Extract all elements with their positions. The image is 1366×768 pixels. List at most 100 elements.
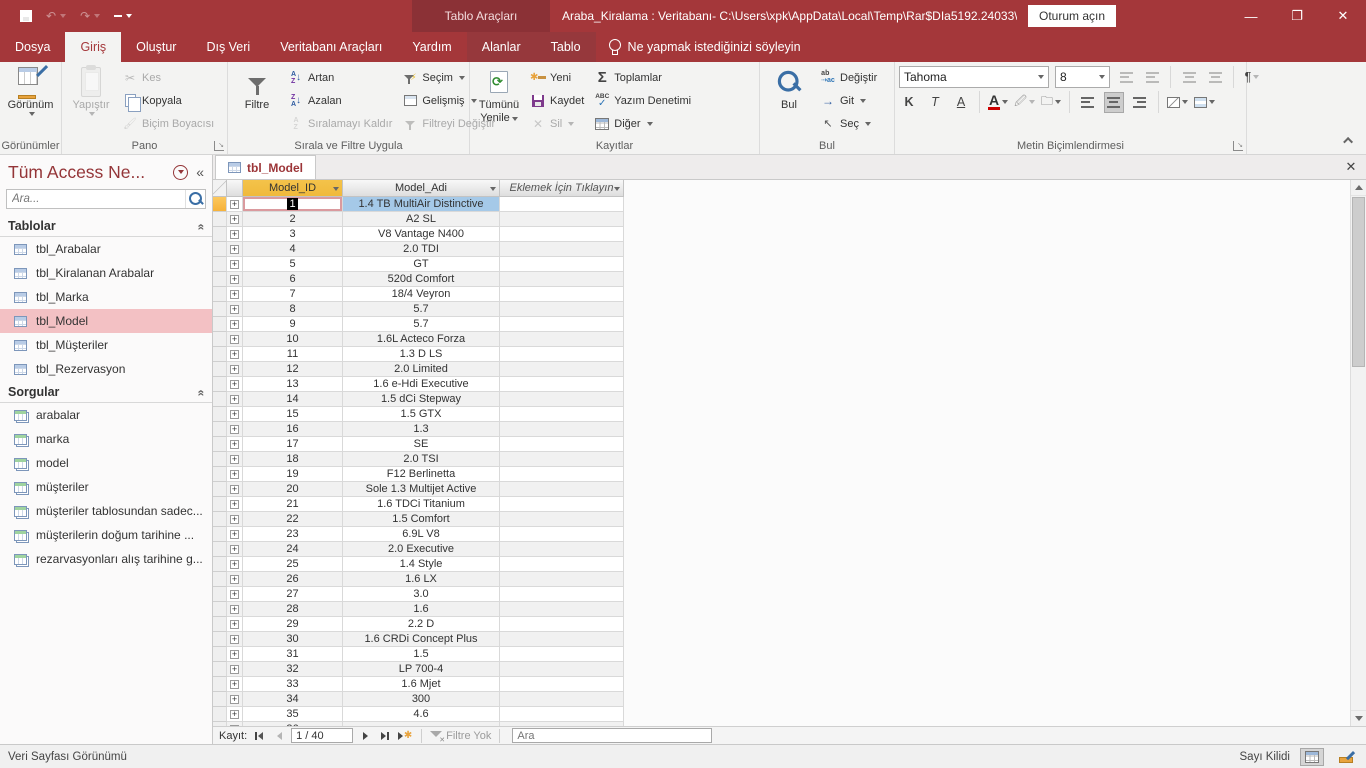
cell-model-id[interactable]: 1 bbox=[243, 197, 343, 212]
cell-add-new[interactable] bbox=[500, 392, 624, 407]
cell-model-adi[interactable]: 300 bbox=[343, 692, 500, 707]
copy-button[interactable]: Kopyala bbox=[118, 89, 218, 112]
row-selector[interactable] bbox=[213, 422, 227, 437]
expand-plus-icon[interactable]: + bbox=[230, 260, 239, 269]
column-header-model-id[interactable]: Model_ID bbox=[243, 180, 343, 197]
cell-model-adi[interactable]: 1.6 CRDi Concept Plus bbox=[343, 632, 500, 647]
tab-dis-veri[interactable]: Dış Veri bbox=[191, 32, 265, 62]
cell-model-adi[interactable]: 1.6 Mjet bbox=[343, 677, 500, 692]
alternate-row-color-button[interactable] bbox=[1194, 92, 1215, 113]
cell-model-adi[interactable]: 2.2 D bbox=[343, 617, 500, 632]
align-right-button[interactable] bbox=[1130, 92, 1150, 113]
sidebar-item-tbl-marka[interactable]: tbl_Marka bbox=[0, 285, 212, 309]
close-document-button[interactable]: ✕ bbox=[1342, 158, 1360, 176]
expand-plus-icon[interactable]: + bbox=[230, 470, 239, 479]
tab-giris[interactable]: Giriş bbox=[65, 32, 121, 62]
sidebar-item-marka[interactable]: marka bbox=[0, 427, 212, 451]
sidebar-item-tbl-kiralanan-arabalar[interactable]: tbl_Kiralanan Arabalar bbox=[0, 261, 212, 285]
sidebar-item-m-teriler-tablosundan-sadec-[interactable]: müşteriler tablosundan sadec... bbox=[0, 499, 212, 523]
expand-plus-icon[interactable]: + bbox=[230, 410, 239, 419]
cell-model-id[interactable]: 28 bbox=[243, 602, 343, 617]
refresh-all-button[interactable]: TümünüYenile bbox=[474, 65, 524, 137]
expand-plus-icon[interactable]: + bbox=[230, 335, 239, 344]
record-position-box[interactable]: 1 / 40 bbox=[291, 728, 353, 743]
sort-ascending-button[interactable]: AZ↓Artan bbox=[284, 66, 396, 89]
filter-status-button[interactable]: Filtre Yok bbox=[430, 730, 491, 742]
sidebar-item-tbl-rezervasyon[interactable]: tbl_Rezervasyon bbox=[0, 357, 212, 381]
cell-add-new[interactable] bbox=[500, 542, 624, 557]
row-selector[interactable] bbox=[213, 287, 227, 302]
row-selector[interactable] bbox=[213, 707, 227, 722]
collapse-ribbon-button[interactable] bbox=[1342, 134, 1356, 146]
bold-button[interactable]: K bbox=[899, 92, 919, 113]
row-selector[interactable] bbox=[213, 692, 227, 707]
cell-add-new[interactable] bbox=[500, 677, 624, 692]
tab-dosya[interactable]: Dosya bbox=[0, 32, 65, 62]
cell-model-id[interactable]: 15 bbox=[243, 407, 343, 422]
cell-model-id[interactable]: 33 bbox=[243, 677, 343, 692]
new-record-nav-button[interactable]: ✱ bbox=[397, 729, 413, 743]
row-selector[interactable] bbox=[213, 572, 227, 587]
cell-add-new[interactable] bbox=[500, 512, 624, 527]
cell-add-new[interactable] bbox=[500, 467, 624, 482]
row-selector[interactable] bbox=[213, 317, 227, 332]
cell-model-id[interactable]: 17 bbox=[243, 437, 343, 452]
row-selector[interactable] bbox=[213, 377, 227, 392]
scroll-up-button[interactable] bbox=[1351, 180, 1366, 196]
expand-plus-icon[interactable]: + bbox=[230, 245, 239, 254]
expand-plus-icon[interactable]: + bbox=[230, 215, 239, 224]
sidebar-item-tbl-arabalar[interactable]: tbl_Arabalar bbox=[0, 237, 212, 261]
nav-search-input[interactable] bbox=[7, 193, 185, 205]
cell-model-adi[interactable]: LP 700-4 bbox=[343, 662, 500, 677]
cell-model-id[interactable]: 19 bbox=[243, 467, 343, 482]
row-selector[interactable] bbox=[213, 662, 227, 677]
expand-plus-icon[interactable]: + bbox=[230, 455, 239, 464]
scrollbar-thumb[interactable] bbox=[1352, 197, 1365, 367]
cell-add-new[interactable] bbox=[500, 332, 624, 347]
sidebar-item-tbl-m-teriler[interactable]: tbl_Müşteriler bbox=[0, 333, 212, 357]
doc-tab-tbl-model[interactable]: tbl_Model bbox=[215, 155, 316, 179]
cell-model-id[interactable]: 3 bbox=[243, 227, 343, 242]
cell-add-new[interactable] bbox=[500, 212, 624, 227]
redo-button[interactable]: ↷ bbox=[80, 9, 100, 23]
cell-add-new[interactable] bbox=[500, 527, 624, 542]
cell-add-new[interactable] bbox=[500, 347, 624, 362]
row-selector[interactable] bbox=[213, 557, 227, 572]
cell-model-id[interactable]: 18 bbox=[243, 452, 343, 467]
cell-model-adi[interactable]: 1.4 Style bbox=[343, 557, 500, 572]
row-selector[interactable] bbox=[213, 272, 227, 287]
cell-model-id[interactable]: 31 bbox=[243, 647, 343, 662]
find-button[interactable]: Bul bbox=[764, 65, 814, 137]
select-all-corner[interactable] bbox=[213, 180, 227, 197]
select-button[interactable]: ↖Seç bbox=[816, 112, 881, 135]
paste-button[interactable]: Yapıştır bbox=[66, 65, 116, 137]
row-selector[interactable] bbox=[213, 332, 227, 347]
cell-model-id[interactable]: 12 bbox=[243, 362, 343, 377]
sidebar-item-arabalar[interactable]: arabalar bbox=[0, 403, 212, 427]
sidebar-item-tbl-model[interactable]: tbl_Model bbox=[0, 309, 212, 333]
delete-record-button[interactable]: ✕Sil bbox=[526, 112, 588, 135]
cell-add-new[interactable] bbox=[500, 302, 624, 317]
expand-plus-icon[interactable]: + bbox=[230, 500, 239, 509]
tab-veritabani-araclari[interactable]: Veritabanı Araçları bbox=[265, 32, 397, 62]
row-selector[interactable] bbox=[213, 512, 227, 527]
more-button[interactable]: Diğer bbox=[590, 112, 695, 135]
cell-add-new[interactable] bbox=[500, 197, 624, 212]
fill-color-button[interactable]: 🗀 bbox=[1041, 92, 1061, 113]
expand-plus-icon[interactable]: + bbox=[230, 440, 239, 449]
cell-model-adi[interactable]: GT bbox=[343, 257, 500, 272]
row-selector[interactable] bbox=[213, 227, 227, 242]
cell-model-adi[interactable]: 1.4 TB MultiAir Distinctive bbox=[343, 197, 500, 212]
save-record-button[interactable]: Kaydet bbox=[526, 89, 588, 112]
expand-plus-icon[interactable]: + bbox=[230, 590, 239, 599]
expand-plus-icon[interactable]: + bbox=[230, 320, 239, 329]
row-selector[interactable] bbox=[213, 482, 227, 497]
cell-model-adi[interactable]: 520d Comfort bbox=[343, 272, 500, 287]
minimize-button[interactable]: — bbox=[1228, 0, 1274, 32]
cell-model-id[interactable]: 26 bbox=[243, 572, 343, 587]
cell-add-new[interactable] bbox=[500, 242, 624, 257]
align-center-button[interactable] bbox=[1104, 92, 1124, 113]
expand-plus-icon[interactable]: + bbox=[230, 665, 239, 674]
replace-button[interactable]: ab⇢acDeğiştir bbox=[816, 66, 881, 89]
cell-add-new[interactable] bbox=[500, 707, 624, 722]
